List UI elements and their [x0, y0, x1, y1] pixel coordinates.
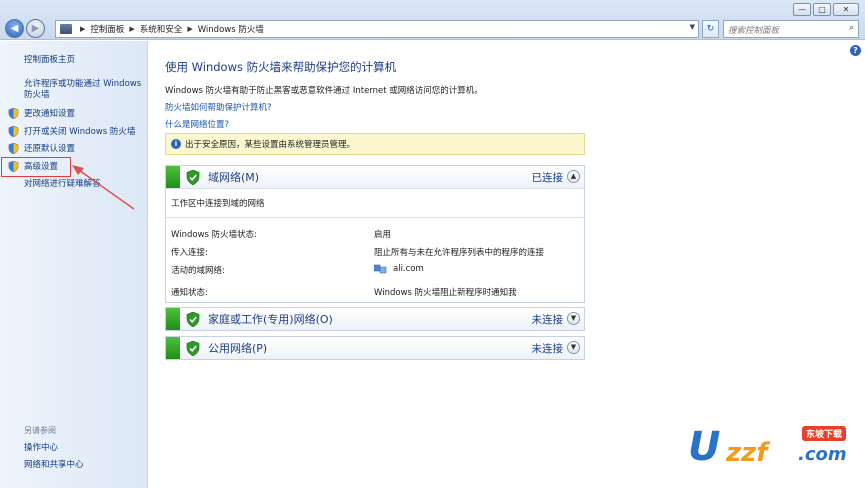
help-icon[interactable]: ?	[850, 45, 861, 56]
watermark-zzf: zzf	[726, 438, 768, 468]
highlight-annotation-box	[1, 157, 71, 177]
uac-shield-icon	[8, 108, 19, 119]
close-button[interactable]: ✕	[833, 3, 859, 16]
expand-chevron-icon[interactable]: ▼	[567, 312, 580, 325]
status-color-bar	[166, 308, 180, 330]
kv-key: 通知状态:	[171, 288, 208, 298]
public-network-header[interactable]: 公用网络(P) 未连接 ▼	[166, 337, 584, 359]
control-panel-icon	[60, 24, 72, 34]
address-bar[interactable]: ▶ 控制面板 ▶ 系统和安全 ▶ Windows 防火墙 ▼	[55, 20, 699, 38]
see-also-network-sharing[interactable]: 网络和共享中心	[24, 460, 84, 471]
breadcrumb-firewall[interactable]: Windows 防火墙	[198, 23, 264, 35]
uac-shield-icon	[8, 143, 19, 154]
page-description: Windows 防火墙有助于防止黑客或恶意软件通过 Internet 或网络访问…	[165, 86, 483, 96]
link-network-location[interactable]: 什么是网络位置?	[165, 118, 229, 130]
uac-shield-icon	[8, 126, 19, 137]
chevron-right-icon: ▶	[129, 25, 135, 33]
address-dropdown-icon[interactable]: ▼	[690, 23, 695, 31]
domain-network-status: 已连接	[531, 171, 564, 184]
kv-row: 活动的域网络: ali.com	[166, 260, 584, 282]
domain-network-panel: 域网络(M) 已连接 ▲ 工作区中连接到域的网络 Windows 防火墙状态: …	[165, 165, 585, 303]
info-icon: i	[171, 139, 181, 149]
firewall-window: — □ ✕ ◀ ▶ ▶ 控制面板 ▶ 系统和安全 ▶ Windows 防火墙 ▼…	[0, 0, 865, 488]
active-domain-name: ali.com	[393, 264, 424, 274]
kv-row: 传入连接: 阻止所有与未在允许程序列表中的程序的连接	[166, 242, 584, 260]
green-shield-icon	[186, 340, 200, 356]
window-controls: — □ ✕	[793, 3, 859, 16]
chevron-right-icon: ▶	[80, 25, 86, 33]
watermark-tag: 东坡下载	[802, 426, 847, 441]
kv-value: Windows 防火墙阻止新程序时通知我	[374, 288, 517, 298]
domain-network-icon	[374, 264, 387, 274]
public-network-status: 未连接	[531, 342, 564, 355]
collapse-chevron-icon[interactable]: ▲	[567, 170, 580, 183]
kv-key: Windows 防火墙状态:	[171, 230, 258, 240]
sidebar-item-allow-app[interactable]: 允许程序或功能通过 Windows 防火墙	[24, 79, 146, 101]
link-how-firewall-helps[interactable]: 防火墙如何帮助保护计算机?	[165, 101, 272, 113]
expand-chevron-icon[interactable]: ▼	[567, 341, 580, 354]
public-network-title: 公用网络(P)	[208, 342, 268, 355]
chevron-right-icon: ▶	[187, 25, 193, 33]
kv-value: 启用	[374, 230, 392, 240]
home-network-panel: 家庭或工作(专用)网络(O) 未连接 ▼	[165, 307, 585, 331]
home-network-header[interactable]: 家庭或工作(专用)网络(O) 未连接 ▼	[166, 308, 584, 330]
home-network-title: 家庭或工作(专用)网络(O)	[208, 313, 333, 326]
kv-value-active-domain: ali.com	[374, 264, 424, 274]
sidebar-item-home[interactable]: 控制面板主页	[24, 55, 75, 66]
sidebar: 控制面板主页 允许程序或功能通过 Windows 防火墙 更改通知设置 打开或关…	[0, 41, 148, 488]
annotation-arrow-icon	[72, 165, 135, 210]
uzzf-watermark-logo: U zzf .com 东坡下载	[688, 422, 860, 478]
kv-row: Windows 防火墙状态: 启用	[166, 224, 584, 242]
domain-network-subtitle: 工作区中连接到域的网络	[166, 188, 584, 218]
green-shield-icon	[186, 169, 200, 185]
main-content: ? 使用 Windows 防火墙来帮助保护您的计算机 Windows 防火墙有助…	[149, 41, 865, 488]
status-color-bar	[166, 166, 180, 188]
see-also-action-center[interactable]: 操作中心	[24, 443, 58, 454]
public-network-panel: 公用网络(P) 未连接 ▼	[165, 336, 585, 360]
minimize-button[interactable]: —	[793, 3, 811, 16]
search-input[interactable]: 搜索控制面板 ⌕	[723, 20, 859, 38]
refresh-button[interactable]: ↻	[702, 20, 719, 38]
kv-row: 通知状态: Windows 防火墙阻止新程序时通知我	[166, 282, 584, 302]
status-color-bar	[166, 337, 180, 359]
search-placeholder: 搜索控制面板	[728, 26, 780, 36]
search-icon: ⌕	[848, 23, 854, 33]
breadcrumb-system-security[interactable]: 系统和安全	[140, 23, 183, 35]
forward-button[interactable]: ▶	[26, 19, 45, 38]
breadcrumb-control-panel[interactable]: 控制面板	[90, 23, 124, 35]
page-title: 使用 Windows 防火墙来帮助保护您的计算机	[165, 60, 397, 74]
maximize-button[interactable]: □	[813, 3, 831, 16]
kv-key: 传入连接:	[171, 248, 208, 258]
kv-value: 阻止所有与未在允许程序列表中的程序的连接	[374, 248, 545, 258]
kv-key: 活动的域网络:	[171, 266, 225, 276]
info-banner: i 出于安全原因，某些设置由系统管理员管理。	[165, 133, 585, 155]
watermark-u: U	[688, 424, 721, 470]
sidebar-item-notifications[interactable]: 更改通知设置	[24, 109, 75, 120]
see-also-heading: 另请参阅	[24, 426, 56, 435]
sidebar-item-restore-defaults[interactable]: 还原默认设置	[24, 144, 75, 155]
title-address-bar: — □ ✕ ◀ ▶ ▶ 控制面板 ▶ 系统和安全 ▶ Windows 防火墙 ▼…	[0, 0, 865, 40]
domain-network-title: 域网络(M)	[208, 171, 260, 184]
domain-network-header[interactable]: 域网络(M) 已连接 ▲	[166, 166, 584, 188]
watermark-com: .com	[798, 444, 847, 465]
green-shield-icon	[186, 311, 200, 327]
info-text: 出于安全原因，某些设置由系统管理员管理。	[185, 140, 356, 150]
home-network-status: 未连接	[531, 313, 564, 326]
back-button[interactable]: ◀	[5, 19, 24, 38]
sidebar-item-toggle-firewall[interactable]: 打开或关闭 Windows 防火墙	[24, 127, 135, 138]
